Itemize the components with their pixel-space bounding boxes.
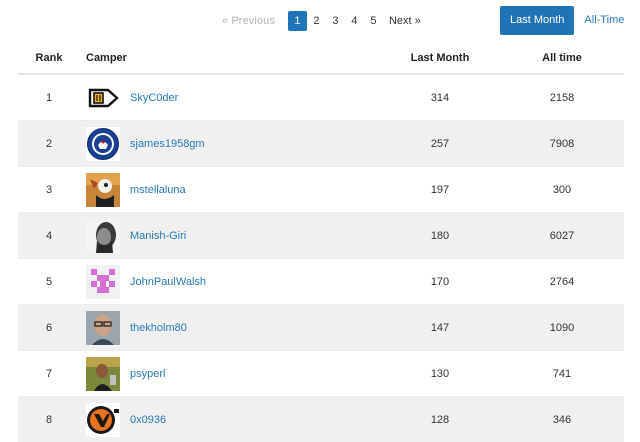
code-tag-avatar-icon[interactable] — [86, 80, 120, 115]
pixel-identicon-avatar-icon[interactable] — [86, 264, 120, 299]
last-month-cell: 180 — [430, 229, 450, 242]
last-month-cell: 170 — [430, 275, 450, 288]
all-time-column-header[interactable]: All time — [500, 52, 624, 64]
pagination: « Previous 1 2 3 4 5 Next » — [222, 11, 421, 31]
rank-cell: 5 — [45, 275, 53, 288]
table-row: 4 Manish-Giri 180 6027 — [18, 212, 624, 258]
camper-cell: mstellaluna — [80, 172, 380, 207]
last-month-cell: 257 — [430, 137, 450, 150]
pagination-page-4[interactable]: 4 — [345, 11, 364, 31]
all-time-cell: 1090 — [549, 321, 575, 334]
camper-cell: JohnPaulWalsh — [80, 264, 380, 299]
person-photo-avatar-icon[interactable] — [86, 356, 120, 391]
pagination-page-5[interactable]: 5 — [364, 11, 383, 31]
table-body: 1 SkyC0der 314 2158 2 sjames1958gm 257 7… — [18, 74, 624, 442]
last-month-button[interactable]: Last Month — [500, 6, 575, 35]
camper-cell: psyperl — [80, 356, 380, 391]
camper-cell: Manish-Giri — [80, 218, 380, 253]
pagination-previous-link[interactable]: « Previous — [222, 15, 275, 27]
table-row: 7 psyperl 130 741 — [18, 350, 624, 396]
camper-name-link[interactable]: mstellaluna — [130, 184, 186, 196]
camper-column-header[interactable]: Camper — [80, 52, 380, 64]
all-time-button[interactable]: All-Time — [574, 6, 634, 35]
cartoon-character-avatar-icon[interactable] — [86, 172, 120, 207]
camper-name-link[interactable]: thekholm80 — [130, 322, 187, 334]
table-row: 1 SkyC0der 314 2158 — [18, 74, 624, 120]
leaderboard-table: Rank Camper Last Month All time 1 SkyC0d… — [18, 43, 624, 442]
camper-cell: thekholm80 — [80, 310, 380, 345]
rank-column-header[interactable]: Rank — [18, 52, 80, 64]
rank-cell: 4 — [45, 229, 53, 242]
rank-cell: 2 — [45, 137, 53, 150]
last-month-cell: 147 — [430, 321, 450, 334]
last-month-column-header[interactable]: Last Month — [380, 52, 500, 64]
pagination-page-1[interactable]: 1 — [287, 11, 307, 31]
rank-cell: 7 — [45, 367, 53, 380]
pagination-page-2[interactable]: 2 — [307, 11, 326, 31]
time-range-toggle: Last Month All-Time — [500, 6, 634, 35]
last-month-cell: 314 — [430, 91, 450, 104]
camper-name-link[interactable]: JohnPaulWalsh — [130, 276, 206, 288]
camper-name-link[interactable]: psyperl — [130, 368, 165, 380]
table-row: 2 sjames1958gm 257 7908 — [18, 120, 624, 166]
camper-name-link[interactable]: sjames1958gm — [130, 138, 205, 150]
camper-cell: SkyC0der — [80, 80, 380, 115]
table-header: Rank Camper Last Month All time — [18, 43, 624, 74]
rank-cell: 1 — [45, 91, 53, 104]
all-time-cell: 741 — [552, 367, 572, 380]
all-time-cell: 300 — [552, 183, 572, 196]
all-time-cell: 6027 — [549, 229, 575, 242]
all-time-cell: 2158 — [549, 91, 575, 104]
table-row: 6 thekholm80 147 1090 — [18, 304, 624, 350]
table-row: 5 JohnPaulWalsh 170 2764 — [18, 258, 624, 304]
rank-cell: 3 — [45, 183, 53, 196]
camper-name-link[interactable]: Manish-Giri — [130, 230, 186, 242]
football-crest-avatar-icon[interactable] — [86, 126, 120, 161]
last-month-cell: 130 — [430, 367, 450, 380]
all-time-cell: 2764 — [549, 275, 575, 288]
table-row: 8 0x0936 128 346 — [18, 396, 624, 442]
person-glasses-avatar-icon[interactable] — [86, 310, 120, 345]
person-photo-avatar-icon[interactable] — [86, 218, 120, 253]
rank-cell: 6 — [45, 321, 53, 334]
pagination-page-3[interactable]: 3 — [326, 11, 345, 31]
all-time-cell: 7908 — [549, 137, 575, 150]
last-month-cell: 197 — [430, 183, 450, 196]
camper-cell: sjames1958gm — [80, 126, 380, 161]
table-row: 3 mstellaluna 197 300 — [18, 166, 624, 212]
camper-name-link[interactable]: SkyC0der — [130, 92, 178, 104]
pagination-next-link[interactable]: Next » — [389, 15, 421, 27]
